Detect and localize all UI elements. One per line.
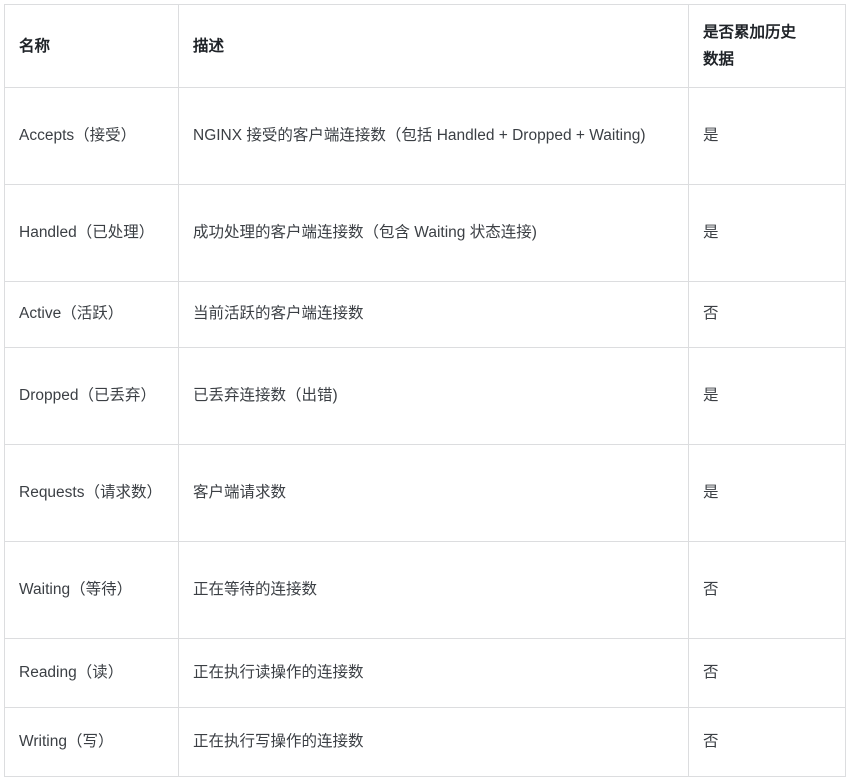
table-row: Reading（读） 正在执行读操作的连接数 否 bbox=[4, 638, 846, 709]
metric-description: 客户端请求数 bbox=[178, 444, 689, 543]
metric-description: 正在等待的连接数 bbox=[178, 541, 689, 640]
nginx-metrics-table: 名称 描述 是否累加历史 数据 Accepts（接受） NGINX 接受的客户端… bbox=[4, 3, 846, 777]
metric-cumulative-flag: 是 bbox=[688, 347, 846, 446]
metric-name: Waiting（等待） bbox=[4, 541, 179, 640]
column-header-name: 名称 bbox=[4, 3, 179, 89]
column-header-description: 描述 bbox=[178, 3, 689, 89]
table-header: 名称 描述 是否累加历史 数据 bbox=[4, 3, 846, 89]
metric-cumulative-flag: 否 bbox=[688, 541, 846, 640]
metric-description: NGINX 接受的客户端连接数（包括 Handled + Dropped + W… bbox=[178, 87, 689, 186]
table-row: Requests（请求数） 客户端请求数 是 bbox=[4, 444, 846, 543]
column-header-cumulative-line2: 数据 bbox=[703, 51, 735, 69]
metric-name: Reading（读） bbox=[4, 638, 179, 709]
metric-cumulative-flag: 是 bbox=[688, 87, 846, 186]
metric-description: 正在执行写操作的连接数 bbox=[178, 707, 689, 777]
metric-cumulative-flag: 是 bbox=[688, 444, 846, 543]
table-row: Dropped（已丢弃） 已丢弃连接数（出错) 是 bbox=[4, 347, 846, 446]
table-row: Active（活跃） 当前活跃的客户端连接数 否 bbox=[4, 281, 846, 349]
metric-name: Active（活跃） bbox=[4, 281, 179, 349]
metric-cumulative-flag: 否 bbox=[688, 638, 846, 709]
table-body: Accepts（接受） NGINX 接受的客户端连接数（包括 Handled +… bbox=[4, 87, 846, 777]
table-row: Writing（写） 正在执行写操作的连接数 否 bbox=[4, 707, 846, 777]
column-header-cumulative-line1: 是否累加历史 bbox=[703, 24, 797, 41]
table-row: Waiting（等待） 正在等待的连接数 否 bbox=[4, 541, 846, 640]
metric-name: Accepts（接受） bbox=[4, 87, 179, 186]
metric-cumulative-flag: 否 bbox=[688, 281, 846, 349]
metric-cumulative-flag: 是 bbox=[688, 184, 846, 283]
metric-name: Handled（已处理） bbox=[4, 184, 179, 283]
metric-name: Writing（写） bbox=[4, 707, 179, 777]
metrics-table-container: 名称 描述 是否累加历史 数据 Accepts（接受） NGINX 接受的客户端… bbox=[0, 0, 850, 777]
metric-name: Dropped（已丢弃） bbox=[4, 347, 179, 446]
column-header-cumulative: 是否累加历史 数据 bbox=[688, 3, 846, 89]
table-row: Accepts（接受） NGINX 接受的客户端连接数（包括 Handled +… bbox=[4, 87, 846, 186]
metric-cumulative-flag: 否 bbox=[688, 707, 846, 777]
metric-description: 成功处理的客户端连接数（包含 Waiting 状态连接) bbox=[178, 184, 689, 283]
metric-description: 正在执行读操作的连接数 bbox=[178, 638, 689, 709]
metric-name: Requests（请求数） bbox=[4, 444, 179, 543]
metric-description: 已丢弃连接数（出错) bbox=[178, 347, 689, 446]
table-header-row: 名称 描述 是否累加历史 数据 bbox=[4, 3, 846, 89]
table-row: Handled（已处理） 成功处理的客户端连接数（包含 Waiting 状态连接… bbox=[4, 184, 846, 283]
metric-description: 当前活跃的客户端连接数 bbox=[178, 281, 689, 349]
